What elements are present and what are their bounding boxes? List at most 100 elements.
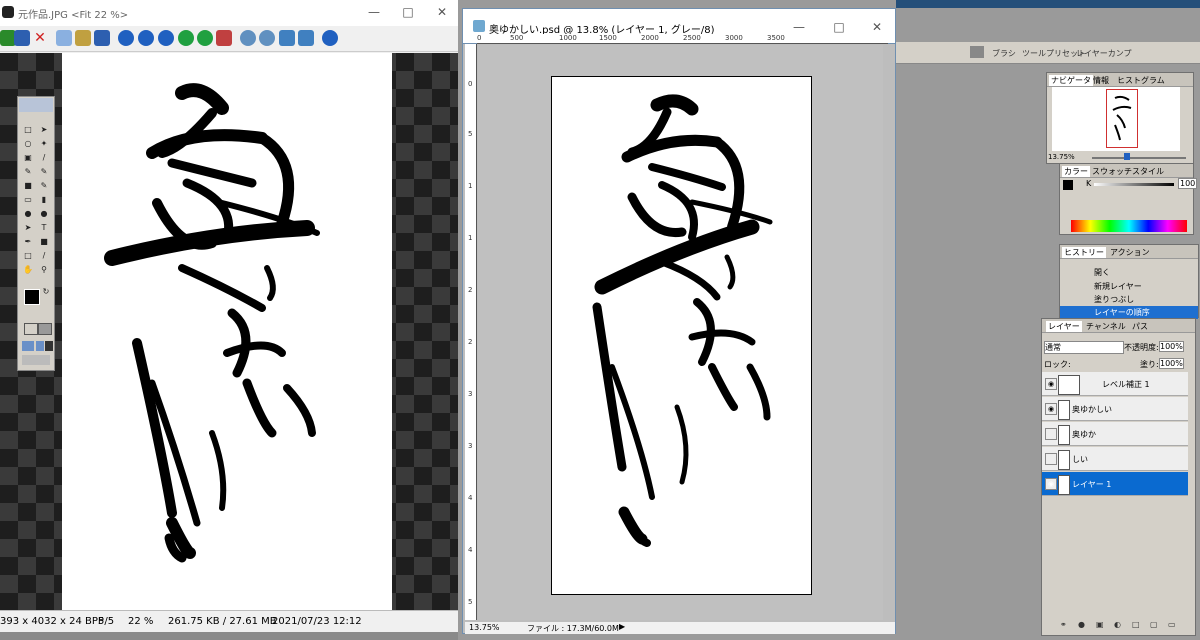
layer-row[interactable]: ◉ 奥ゆかしい [1042,397,1188,421]
eye-hidden-icon[interactable]: ◉ [1045,453,1057,465]
eyedropper-tool-icon[interactable]: / [38,251,50,261]
gradient-tool-icon[interactable]: ▮ [38,195,50,205]
tab-histogram[interactable]: ヒストグラム [1117,75,1165,86]
tab-layers[interactable]: レイヤー [1046,321,1082,332]
history-item-fill[interactable]: 塗りつぶし [1060,293,1198,306]
vertical-ruler[interactable]: 0 5 1 1 2 2 3 3 4 4 5 [465,44,477,620]
swap-colors-icon[interactable]: ↻ [40,287,52,297]
zoom-tool-icon[interactable]: ⚲ [38,265,50,275]
doc-status-file[interactable]: ファイル : 17.3M/60.0M [527,623,619,634]
screen-mode-full-icon[interactable] [45,341,53,351]
delete-icon[interactable]: ✕ [32,30,48,46]
notes-tool-icon[interactable]: □ [22,251,34,261]
paste-icon[interactable] [75,30,91,46]
fill-field[interactable]: 100% [1159,358,1184,369]
history-item-open[interactable]: 開く [1060,266,1198,279]
first-image-icon[interactable] [138,30,154,46]
jump-to-imageready-icon[interactable] [22,355,50,365]
navigator-zoom-value[interactable]: 13.75% [1048,153,1075,161]
slideshow-icon[interactable] [216,30,232,46]
copy-icon[interactable] [56,30,72,46]
history-brush-tool-icon[interactable]: ✎ [38,181,50,191]
new-layer-icon[interactable]: ▢ [1150,620,1158,629]
viewer-title-bar[interactable]: 元作品.JPG <Fit 22 %> — □ ✕ [0,0,458,26]
color-foreground-swatch[interactable] [1063,180,1073,190]
quick-mask-icon[interactable] [38,323,52,335]
tab-styles[interactable]: スタイル [1132,166,1164,177]
status-menu-arrow-icon[interactable]: ▶ [619,622,625,631]
color-spectrum-ramp[interactable] [1071,220,1187,232]
previous-image-icon[interactable] [178,30,194,46]
doc-minimize-icon[interactable]: — [791,19,807,35]
palette-well-icon[interactable] [970,46,984,58]
clone-stamp-tool-icon[interactable]: ■ [22,181,34,191]
trash-icon[interactable]: ▭ [1168,620,1176,629]
doc-close-icon[interactable]: ✕ [869,19,885,35]
lasso-tool-icon[interactable]: ○ [22,139,34,149]
tab-navigator[interactable]: ナビゲータ [1049,75,1093,86]
save-icon[interactable] [14,30,30,46]
zoom-out-icon[interactable] [259,30,275,46]
slice-tool-icon[interactable]: / [38,153,50,163]
eye-hidden-icon[interactable]: ◉ [1045,428,1057,440]
zoom-in-icon[interactable] [240,30,256,46]
info-icon[interactable] [118,30,134,46]
color-k-value[interactable]: 100 [1178,178,1198,189]
blur-tool-icon[interactable]: ● [22,209,34,219]
maximize-icon[interactable]: □ [400,4,416,20]
crop-tool-icon[interactable]: ▣ [22,153,34,163]
last-image-icon[interactable] [158,30,174,46]
layer-row-selected[interactable]: ◉ レイヤー 1 [1042,472,1188,496]
tab-actions[interactable]: アクション [1110,247,1150,258]
new-group-icon[interactable]: □ [1132,620,1140,629]
fit-image-icon[interactable] [298,30,314,46]
undo-icon[interactable] [94,30,110,46]
type-tool-icon[interactable]: T [38,223,50,233]
tab-channels[interactable]: チャンネル [1086,321,1126,332]
standard-mode-icon[interactable] [24,323,38,335]
screen-mode-standard-icon[interactable] [22,341,34,351]
tab-swatches[interactable]: スウォッチ [1092,166,1132,177]
brush-tool-icon[interactable]: ✎ [38,167,50,177]
horizontal-ruler[interactable]: 0 500 1000 1500 2000 2500 3000 3500 [477,34,888,44]
layer-row[interactable]: ◉ しい [1042,447,1188,471]
path-selection-tool-icon[interactable]: ➤ [22,223,34,233]
doc-status-zoom[interactable]: 13.75% [469,623,500,632]
foreground-color-swatch[interactable] [24,289,40,305]
layer-style-icon[interactable]: ● [1078,620,1085,629]
layers-footer-buttons[interactable]: ⚭ ● ▣ ◐ □ ▢ ▭ [1060,620,1190,632]
magic-wand-tool-icon[interactable]: ✦ [38,139,50,149]
layer-row[interactable]: ◉ 奥ゆか [1042,422,1188,446]
layer-row[interactable]: ◉ レベル補正 1 [1042,372,1188,396]
blend-mode-select[interactable]: 通常 [1044,341,1124,354]
navigator-slider-thumb[interactable] [1124,153,1130,160]
pen-tool-icon[interactable]: ✒ [22,237,34,247]
tab-history[interactable]: ヒストリー [1062,247,1106,258]
navigator-view-box[interactable] [1106,89,1138,148]
eye-icon[interactable]: ◉ [1045,378,1057,390]
shape-tool-icon[interactable]: ■ [38,237,50,247]
marquee-tool-icon[interactable]: □ [22,125,34,135]
doc-maximize-icon[interactable]: □ [831,19,847,35]
opacity-field[interactable]: 100% [1159,341,1184,352]
palette-well-tab-brushes[interactable]: ブラシ [992,48,1016,59]
close-icon[interactable]: ✕ [434,4,450,20]
document-artboard[interactable] [551,76,812,595]
color-k-slider[interactable] [1094,183,1174,186]
next-image-icon[interactable] [197,30,213,46]
eye-icon[interactable]: ◉ [1045,403,1057,415]
tab-paths[interactable]: パス [1132,321,1148,332]
eye-icon[interactable]: ◉ [1045,478,1057,490]
adjustment-layer-icon[interactable]: ◐ [1114,620,1121,629]
tab-color[interactable]: カラー [1062,166,1090,177]
tab-info[interactable]: 情報 [1093,75,1109,86]
history-item-new-layer[interactable]: 新規レイヤー [1060,280,1198,293]
screen-mode-full-menu-icon[interactable] [36,341,44,351]
move-tool-icon[interactable]: ➤ [38,125,50,135]
dodge-tool-icon[interactable]: ● [38,209,50,219]
healing-brush-tool-icon[interactable]: ✎ [22,167,34,177]
fit-window-icon[interactable] [279,30,295,46]
layer-mask-icon[interactable]: ▣ [1096,620,1104,629]
navigator-zoom-slider[interactable] [1092,157,1186,159]
help-icon[interactable] [322,30,338,46]
